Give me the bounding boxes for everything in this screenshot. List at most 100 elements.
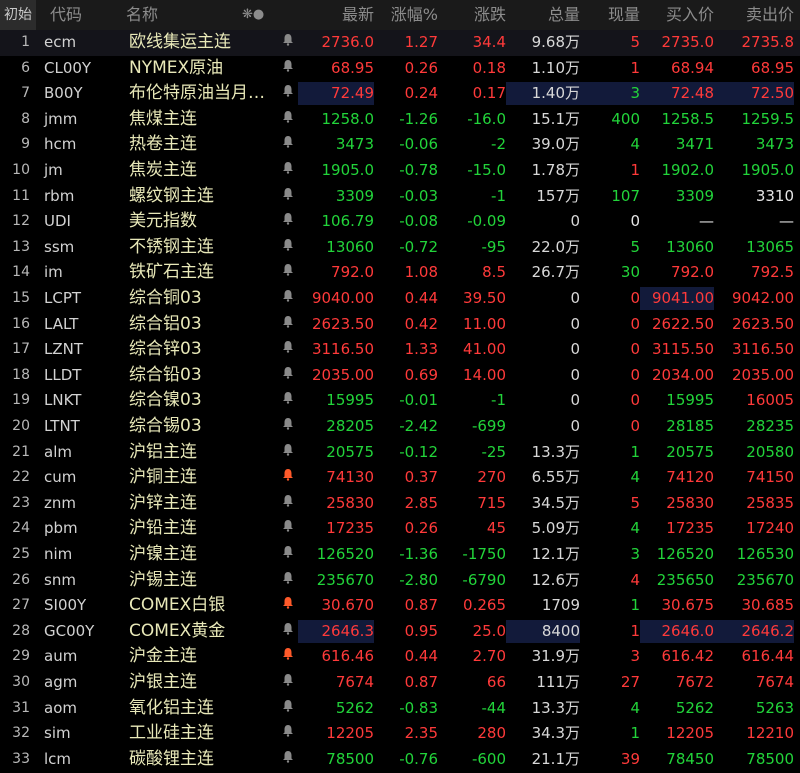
bell-icon[interactable] [280, 568, 296, 594]
bell-icon[interactable] [280, 670, 296, 696]
bell-icon[interactable] [280, 337, 296, 363]
table-row[interactable]: 31 aom 氧化铝主连 5262 -0.83 -44 13.3万 4 5262 5263 [0, 696, 800, 722]
table-row[interactable]: 26 snm 沪锡主连 235670 -2.80 -6790 12.6万 4 235650 235… [0, 568, 800, 594]
bell-icon[interactable] [280, 388, 296, 414]
column-header-change[interactable]: 涨跌 [458, 0, 506, 30]
row-ask-price: 16005 [746, 391, 794, 410]
column-header-bid[interactable]: 买入价 [654, 0, 714, 30]
bell-icon[interactable] [280, 209, 296, 235]
row-name: 沪铝主连 [129, 441, 197, 462]
bell-icon[interactable] [280, 747, 296, 773]
table-row[interactable]: 14 im 铁矿石主连 792.0 1.08 8.5 26.7万 30 792.0 792.5 [0, 260, 800, 286]
column-header-volume[interactable]: 总量 [546, 0, 580, 30]
bell-icon[interactable] [280, 542, 296, 568]
table-row[interactable]: 15 LCPT 综合铜03 9040.00 0.44 39.50 0 0 9041.00 9042… [0, 286, 800, 312]
table-row[interactable]: 25 nim 沪镍主连 126520 -1.36 -1750 12.1万 3 126520 126… [0, 542, 800, 568]
row-index: 33 [12, 750, 30, 767]
row-ask-price: 2623.50 [731, 314, 794, 333]
row-volume: 6.55万 [531, 468, 580, 487]
row-code: jm [44, 161, 63, 179]
row-bid-price: 13060 [666, 237, 714, 256]
table-row[interactable]: 12 UDI 美元指数 106.79 -0.08 -0.09 0 0 — — [0, 209, 800, 235]
column-header-ask[interactable]: 卖出价 [734, 0, 794, 30]
bell-icon[interactable] [280, 440, 296, 466]
row-name: 铁矿石主连 [129, 262, 214, 283]
table-row[interactable]: 13 ssm 不锈钢主连 13060 -0.72 -95 22.0万 5 13060 13065 [0, 235, 800, 261]
bell-icon[interactable] [280, 619, 296, 645]
row-name: 综合铅03 [129, 364, 202, 385]
row-change-percent: 1.08 [404, 263, 438, 282]
table-row[interactable]: 16 LALT 综合铝03 2623.50 0.42 11.00 0 0 2622.50 2623… [0, 312, 800, 338]
table-row[interactable]: 21 alm 沪铝主连 20575 -0.12 -25 13.3万 1 20575 20580 [0, 440, 800, 466]
mode-button[interactable]: 初始 [0, 0, 36, 30]
bell-icon[interactable] [280, 81, 296, 107]
row-ask-price: 1905.0 [741, 161, 795, 179]
table-row[interactable]: 9 hcm 热卷主连 3473 -0.06 -2 39.0万 4 3471 3473 [0, 132, 800, 158]
table-row[interactable]: 24 pbm 沪铅主连 17235 0.26 45 5.09万 4 17235 17240 [0, 516, 800, 542]
bell-icon[interactable] [280, 158, 296, 184]
row-current-volume: 0 [630, 417, 640, 435]
row-last-price: 2623.50 [311, 314, 374, 333]
row-change-percent: -0.01 [399, 391, 438, 410]
column-header-code[interactable]: 代码 [50, 0, 82, 30]
bell-icon[interactable] [280, 184, 296, 210]
bell-icon[interactable] [280, 414, 296, 440]
bell-icon[interactable] [280, 516, 296, 542]
table-row[interactable]: 7 B00Y 布伦特原油当月… 72.49 0.24 0.17 1.40万 3 72.48 72.… [0, 81, 800, 107]
table-row[interactable]: 1 ecm 欧线集运主连 2736.0 1.27 34.4 9.68万 5 2735.0 2735… [0, 30, 800, 56]
bell-icon[interactable] [280, 132, 296, 158]
row-index: 18 [12, 366, 30, 383]
column-header-last[interactable]: 最新 [318, 0, 374, 30]
table-row[interactable]: 11 rbm 螺纹钢主连 3309 -0.03 -1 157万 107 3309 3310 [0, 184, 800, 210]
row-index: 30 [12, 674, 30, 690]
bell-icon[interactable] [280, 363, 296, 389]
bell-icon[interactable] [280, 491, 296, 517]
row-volume: 0 [570, 365, 580, 384]
bell-active-icon[interactable] [280, 593, 296, 619]
quote-table[interactable]: 初始 代码 名称 ❋● 最新 涨幅% 涨跌 总量 现量 买入价 卖出价 1 ecm… [0, 0, 800, 773]
bell-icon[interactable] [280, 312, 296, 338]
bell-icon[interactable] [280, 56, 296, 82]
row-change: -44 [481, 698, 507, 717]
row-name: 碳酸锂主连 [129, 748, 214, 769]
row-ask-price: 235670 [736, 570, 794, 589]
table-row[interactable]: 17 LZNT 综合锌03 3116.50 1.33 41.00 0 0 3115.50 3116… [0, 337, 800, 363]
table-row[interactable]: 23 znm 沪锌主连 25830 2.85 715 34.5万 5 25830 25835 [0, 491, 800, 517]
table-row[interactable]: 32 sim 工业硅主连 12205 2.35 280 34.3万 1 12205 12210 [0, 721, 800, 747]
column-header-name[interactable]: 名称 [126, 0, 158, 30]
table-row[interactable]: 27 SI00Y COMEX白银 30.670 0.87 0.265 1709 1 30.675… [0, 593, 800, 619]
row-volume: 13.3万 [531, 442, 580, 461]
row-change: 66 [486, 673, 506, 691]
table-row[interactable]: 19 LNKT 综合镍03 15995 -0.01 -1 0 0 15995 16005 [0, 388, 800, 414]
bell-active-icon[interactable] [280, 644, 296, 670]
row-change-percent: 0.37 [404, 468, 438, 487]
bell-icon[interactable] [280, 286, 296, 312]
bell-icon[interactable] [280, 721, 296, 747]
table-row[interactable]: 20 LTNT 综合锡03 28205 -2.42 -699 0 0 28185 28235 [0, 414, 800, 440]
table-row[interactable]: 30 agm 沪银主连 7674 0.87 66 111万 27 7672 7674 [0, 670, 800, 696]
table-row[interactable]: 8 jmm 焦煤主连 1258.0 -1.26 -16.0 15.1万 400 1258.5 12… [0, 107, 800, 133]
row-current-volume: 4 [630, 570, 640, 589]
row-current-volume: 0 [630, 340, 640, 359]
table-row[interactable]: 29 aum 沪金主连 616.46 0.44 2.70 31.9万 3 616.42 616.4… [0, 644, 800, 670]
bell-icon[interactable] [280, 235, 296, 261]
column-header-current-volume[interactable]: 现量 [602, 0, 640, 30]
bell-icon[interactable] [280, 30, 296, 56]
table-row[interactable]: 22 cum 沪铜主连 74130 0.37 270 6.55万 4 74120 74150 [0, 465, 800, 491]
column-header-change-percent[interactable]: 涨幅% [384, 0, 438, 30]
table-row[interactable]: 10 jm 焦炭主连 1905.0 -0.78 -15.0 1.78万 1 1902.0 1905… [0, 158, 800, 184]
table-row[interactable]: 18 LLDT 综合铅03 2035.00 0.69 14.00 0 0 2034.00 2035… [0, 363, 800, 389]
table-row[interactable]: 6 CL00Y NYMEX原油 68.95 0.26 0.18 1.10万 1 68.94 68.… [0, 56, 800, 82]
table-row[interactable]: 28 GC00Y COMEX黄金 2646.3 0.95 25.0 8400 1 2646.0 2… [0, 619, 800, 645]
bell-active-icon[interactable] [280, 465, 296, 491]
column-header-flag[interactable]: ❋● [242, 0, 264, 30]
row-ask-price: 13065 [746, 237, 794, 256]
table-row[interactable]: 33 lcm 碳酸锂主连 78500 -0.76 -600 21.1万 39 78450 7850… [0, 747, 800, 773]
bell-icon[interactable] [280, 696, 296, 722]
bell-icon[interactable] [280, 260, 296, 286]
row-current-volume: 0 [630, 365, 640, 384]
row-name: 欧线集运主连 [129, 32, 231, 52]
bell-icon[interactable] [280, 107, 296, 133]
row-index: 13 [12, 238, 30, 255]
row-change-percent: 0.44 [404, 289, 438, 307]
